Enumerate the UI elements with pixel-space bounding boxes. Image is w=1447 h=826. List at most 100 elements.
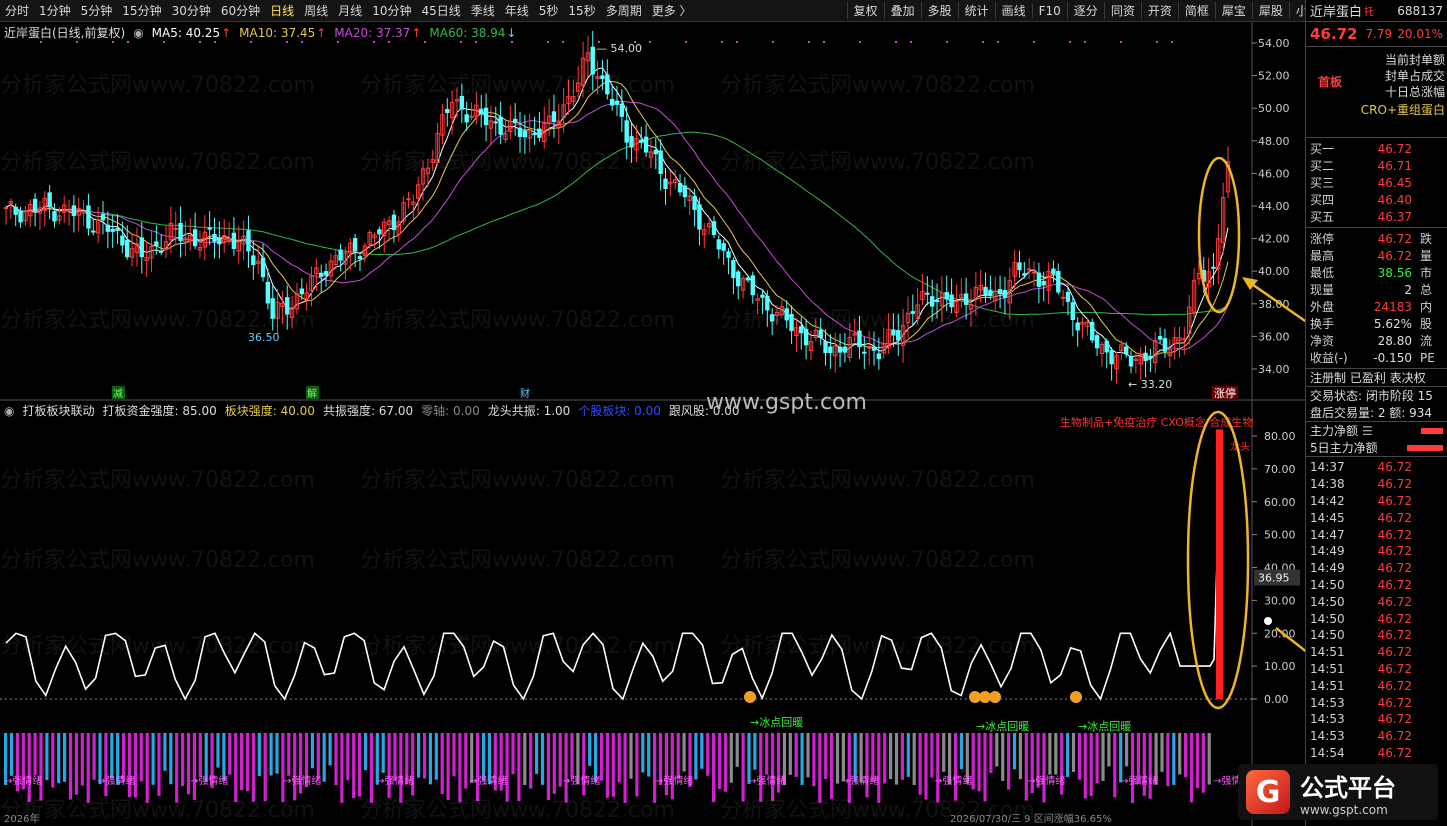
tool-button-11[interactable]: 犀股 <box>1251 2 1289 19</box>
tick-row: 14:42 46.72 <box>1306 493 1447 510</box>
signal-dot <box>1156 41 1158 43</box>
histogram-bar <box>446 733 450 801</box>
period-tab-5[interactable]: 60分钟 <box>216 2 265 19</box>
candle-body <box>1182 338 1187 341</box>
period-tab-16[interactable]: 更多 〉 <box>647 2 697 19</box>
candle-body <box>357 256 363 260</box>
period-tab-6[interactable]: 日线 <box>265 2 299 19</box>
histogram-bar <box>794 733 798 777</box>
period-tab-7[interactable]: 周线 <box>299 2 333 19</box>
candle-body <box>246 230 251 252</box>
period-tab-9[interactable]: 10分钟 <box>367 2 416 19</box>
candle-body <box>750 275 755 296</box>
chart-area[interactable]: 54.00 52.00 50.00 48.00 46.00 44.00 42.00 40.00… <box>0 22 1305 826</box>
histogram-bar <box>440 733 444 794</box>
candle-body <box>823 341 828 354</box>
period-tab-8[interactable]: 月线 <box>333 2 367 19</box>
histogram-bar <box>9 733 14 776</box>
after-hours: 盘后交易量: 2 额: 934 <box>1310 406 1433 420</box>
tool-button-2[interactable]: 多股 <box>920 2 958 19</box>
histogram-bar <box>293 733 297 801</box>
tool-button-1[interactable]: 叠加 <box>883 2 921 19</box>
tool-button-10[interactable]: 犀宝 <box>1214 2 1252 19</box>
signal-dot <box>112 41 114 43</box>
candle-body <box>837 346 843 353</box>
tick-time: 14:45 <box>1310 510 1345 525</box>
highlight-ellipse <box>1197 156 1241 314</box>
period-tab-10[interactable]: 45日线 <box>416 2 465 19</box>
period-tab-13[interactable]: 5秒 <box>534 2 564 19</box>
candle-body <box>949 294 954 308</box>
stat-label: 净资 <box>1310 334 1335 348</box>
period-tab-15[interactable]: 多周期 <box>601 2 647 19</box>
stat-row: 涨停 46.72 跌 <box>1306 230 1447 247</box>
stat-row: 换手 5.62% 股 <box>1306 315 1447 332</box>
histogram-bar <box>1101 733 1105 781</box>
tool-button-5[interactable]: F10 <box>1031 3 1067 18</box>
stat-label: 收益(-) <box>1310 351 1348 365</box>
leader-label: 龙头 <box>1230 440 1250 453</box>
period-tab-2[interactable]: 5分钟 <box>76 2 118 19</box>
tick-price: 46.72 <box>1377 493 1412 508</box>
histogram-bar <box>458 733 462 803</box>
candle-body <box>609 99 615 106</box>
tool-button-3[interactable]: 统计 <box>957 2 995 19</box>
period-tab-12[interactable]: 年线 <box>500 2 534 19</box>
candle-body <box>726 251 731 258</box>
tick-row: 14:50 46.72 <box>1306 577 1447 594</box>
sub-axis-label: 70.00 <box>1264 463 1296 476</box>
stat-value: -0.150 <box>1373 350 1412 365</box>
period-tab-1[interactable]: 1分钟 <box>34 2 76 19</box>
tool-button-9[interactable]: 简框 <box>1177 2 1215 19</box>
tick-row: 14:50 46.72 <box>1306 627 1447 644</box>
histogram-bar <box>251 733 255 802</box>
histogram-bar <box>387 733 391 798</box>
histogram-bar <box>192 733 196 800</box>
tick-price: 46.72 <box>1377 577 1412 592</box>
histogram-bar <box>806 733 810 778</box>
histogram-bar <box>1083 733 1087 799</box>
candle-body <box>1041 280 1046 286</box>
period-tab-11[interactable]: 季线 <box>466 2 500 19</box>
tick-time: 14:50 <box>1310 577 1345 592</box>
candle-body <box>643 136 649 153</box>
tick-price: 46.72 <box>1377 477 1412 492</box>
legend-dot-icon: ◉ <box>133 25 144 40</box>
histogram-bar <box>529 733 533 789</box>
candle-body <box>91 230 96 233</box>
histogram-bar <box>110 733 114 779</box>
histogram-bar <box>381 733 385 773</box>
kline-chart[interactable]: 54.00 52.00 50.00 48.00 46.00 44.00 42.00 40.00… <box>0 22 1305 826</box>
price-axis-label: 40.00 <box>1258 265 1290 278</box>
low-annotation: ← 33.20 <box>1128 378 1172 391</box>
candle-body <box>522 131 528 138</box>
strong-emotion-label: →强情绪 <box>1120 774 1158 787</box>
bid-price: 46.71 <box>1377 158 1412 173</box>
histogram-bar <box>912 733 916 785</box>
tick-list[interactable]: 14:37 46.72 14:38 46.72 14:42 46.72 14:45 46.72… <box>1306 457 1447 795</box>
candle-body <box>619 103 625 117</box>
candle-body <box>789 314 794 332</box>
period-tab-4[interactable]: 30分钟 <box>167 2 216 19</box>
histogram-bar <box>611 733 615 797</box>
histogram-bar <box>830 733 834 799</box>
menu-icon[interactable]: ☰ <box>1362 424 1373 438</box>
gspt-logo-icon: G <box>1246 770 1290 814</box>
candle-body <box>1065 291 1071 302</box>
histogram-bar <box>788 733 792 775</box>
signal-dot <box>547 41 549 43</box>
tool-button-8[interactable]: 开资 <box>1140 2 1178 19</box>
histogram-bar <box>452 733 456 777</box>
histogram-bar <box>139 733 143 782</box>
period-tab-0[interactable]: 分时 <box>0 2 34 19</box>
tick-price: 46.72 <box>1377 645 1412 660</box>
bid-row: 买一 46.72 <box>1306 140 1447 157</box>
period-tab-14[interactable]: 15秒 <box>563 2 600 19</box>
tool-button-0[interactable]: 复权 <box>846 2 884 19</box>
tick-price: 46.72 <box>1377 628 1412 643</box>
tool-button-7[interactable]: 同资 <box>1103 2 1141 19</box>
period-tab-3[interactable]: 15分钟 <box>117 2 166 19</box>
signal-dot <box>1084 41 1086 43</box>
tool-button-6[interactable]: 逐分 <box>1066 2 1104 19</box>
tool-button-4[interactable]: 画线 <box>994 2 1032 19</box>
